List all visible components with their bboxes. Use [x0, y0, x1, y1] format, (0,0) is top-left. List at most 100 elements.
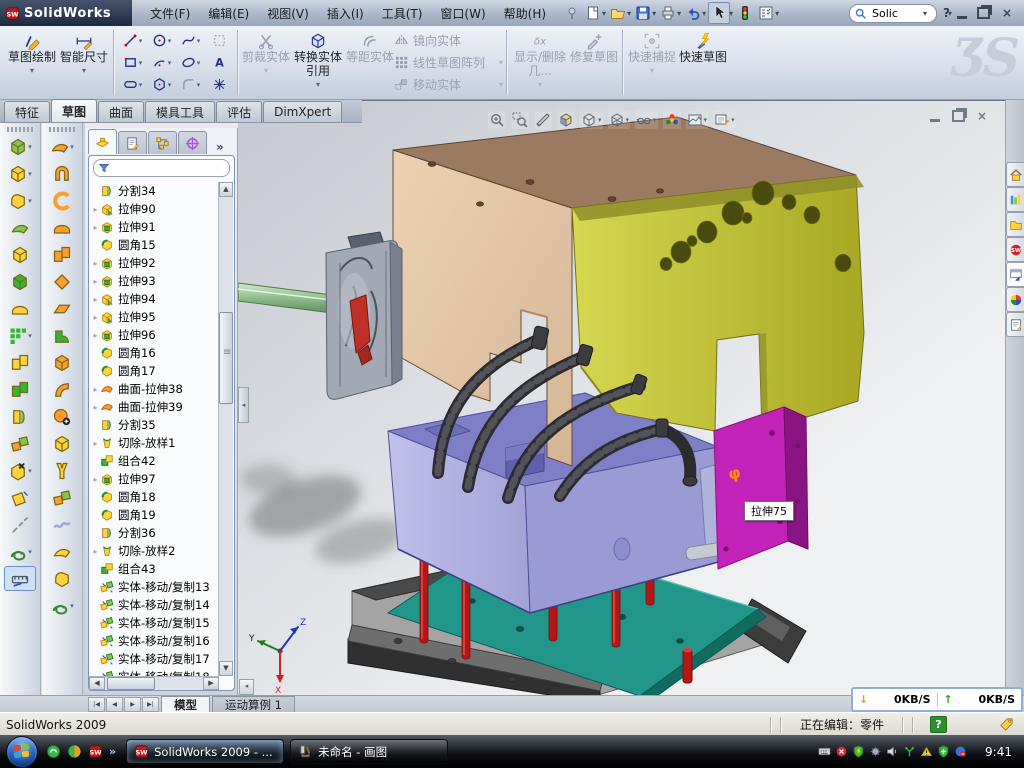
sketch-tool-point[interactable]: [205, 74, 234, 96]
expand-icon[interactable]: ▸: [91, 277, 100, 286]
col1-tool-5[interactable]: [4, 269, 36, 294]
model-tab-0[interactable]: 模型: [161, 696, 210, 712]
col2-tool-0[interactable]: ▾: [46, 134, 78, 159]
tree-item[interactable]: ▸曲面-拉伸38: [91, 380, 219, 398]
view-cube-button[interactable]: [557, 111, 575, 129]
col2-tool-11[interactable]: [46, 431, 78, 456]
cmd-convert-button[interactable]: 转换实体引用▾: [290, 26, 346, 99]
start-button[interactable]: [6, 736, 38, 768]
dimxpertmanager-tab[interactable]: [178, 131, 207, 154]
rebuild-button[interactable]: [735, 3, 755, 23]
col2-tool-1[interactable]: [46, 161, 78, 186]
hide-show-button[interactable]: ▾: [635, 111, 658, 129]
col1-tool-15[interactable]: ▾: [4, 539, 36, 564]
col2-tool-4[interactable]: [46, 242, 78, 267]
tray-warn-icon[interactable]: [920, 745, 933, 758]
menu-item-2[interactable]: 视图(V): [259, 2, 317, 25]
col2-tool-15[interactable]: [46, 539, 78, 564]
doc-close-button[interactable]: ×: [977, 109, 987, 123]
tab-曲面[interactable]: 曲面: [98, 101, 144, 122]
tray-gear-icon[interactable]: [869, 745, 882, 758]
col1-tool-8[interactable]: [4, 350, 36, 375]
menu-item-0[interactable]: 文件(F): [142, 2, 198, 25]
print-caret-icon[interactable]: ▾: [677, 9, 681, 18]
move-button[interactable]: 移动实体▾: [394, 75, 503, 95]
nozzle-block[interactable]: [326, 232, 402, 399]
tree-horizontal-scrollbar[interactable]: ◀ ▶: [89, 676, 219, 690]
folderopen-button[interactable]: [608, 3, 628, 23]
col2-tool-13[interactable]: [46, 485, 78, 510]
col1-tool-10[interactable]: [4, 404, 36, 429]
tree-item[interactable]: ▸拉伸91: [91, 218, 219, 236]
model-tab-1[interactable]: 运动算例 1: [212, 696, 295, 712]
tree-item[interactable]: ▸曲面-拉伸39: [91, 398, 219, 416]
tree-item[interactable]: ▸切除-放样2: [91, 542, 219, 560]
col2-tool-12[interactable]: [46, 458, 78, 483]
options-caret-icon[interactable]: ▾: [775, 9, 779, 18]
tree-item[interactable]: 实体-移动/复制18: [91, 668, 219, 676]
appearance-button[interactable]: [663, 111, 681, 129]
tree-item[interactable]: 组合42: [91, 452, 219, 470]
col1-tool-1[interactable]: ▾: [4, 161, 36, 186]
custom-properties-tab[interactable]: [1006, 312, 1024, 337]
expand-icon[interactable]: ▸: [91, 259, 100, 268]
sketch-tool-ellipse[interactable]: ▾: [176, 52, 205, 74]
col1-tool-4[interactable]: [4, 242, 36, 267]
task-button-1[interactable]: 未命名 - 画图: [290, 739, 448, 764]
file-explorer-tab[interactable]: [1006, 212, 1024, 237]
tab-草图[interactable]: 草图: [51, 99, 97, 122]
scene-button[interactable]: ▾: [686, 111, 709, 129]
tree-item[interactable]: 圆角16: [91, 344, 219, 362]
toolbar-drag-handle[interactable]: [49, 127, 75, 132]
tree-item[interactable]: ▸拉伸96: [91, 326, 219, 344]
col2-tool-2[interactable]: [46, 188, 78, 213]
zoom-fit-button[interactable]: [488, 111, 506, 129]
sketch-tool-text[interactable]: A: [205, 52, 234, 74]
mirror-button[interactable]: 镜向实体: [394, 31, 503, 51]
tree-item[interactable]: 圆角15: [91, 236, 219, 254]
tree-item[interactable]: 分割36: [91, 524, 219, 542]
view-orientation-button[interactable]: ▾: [580, 111, 603, 129]
undo-caret-icon[interactable]: ▾: [702, 9, 706, 18]
propertymanager-tab[interactable]: [118, 131, 147, 154]
close-button[interactable]: ×: [1000, 6, 1014, 20]
sketch-tool-slot[interactable]: ▾: [118, 74, 147, 96]
cmd-rapid-button[interactable]: 快速草图: [677, 26, 729, 99]
tab-模具工具[interactable]: 模具工具: [145, 101, 215, 122]
scroll-up-button[interactable]: ▲: [219, 182, 233, 197]
scroll-down-button[interactable]: ▼: [219, 661, 233, 676]
cursor-button[interactable]: [708, 2, 730, 24]
quick-launch-overflow[interactable]: »: [109, 745, 116, 758]
menu-item-4[interactable]: 工具(T): [374, 2, 431, 25]
col1-tool-13[interactable]: [4, 485, 36, 510]
expand-icon[interactable]: ▸: [91, 313, 100, 322]
col1-tool-14[interactable]: [4, 512, 36, 537]
docnew-caret-icon[interactable]: ▾: [602, 9, 606, 18]
search-caret-icon[interactable]: ▾: [923, 9, 927, 18]
nav-▶|[interactable]: ▶|: [142, 697, 159, 712]
tree-item[interactable]: 分割35: [91, 416, 219, 434]
col2-tool-16[interactable]: [46, 566, 78, 591]
cmd-dimension-button[interactable]: 智能尺寸▾: [58, 26, 110, 99]
tray-green-icon[interactable]: [852, 745, 865, 758]
docnew-button[interactable]: [583, 3, 603, 23]
graphics-viewport[interactable]: φ Y Z X: [238, 100, 1005, 695]
tree-item[interactable]: ▸拉伸97: [91, 470, 219, 488]
tray-shieldplus-icon[interactable]: [937, 745, 950, 758]
col2-tool-3[interactable]: [46, 215, 78, 240]
col1-tool-0[interactable]: ▾: [4, 134, 36, 159]
toolbar-drag-handle[interactable]: [7, 127, 33, 132]
doc-restore-button[interactable]: [952, 110, 965, 122]
ql-sw-icon[interactable]: SW: [88, 744, 103, 759]
sketch-tool-circle[interactable]: ▾: [147, 30, 176, 52]
taskbar-clock[interactable]: 9:41: [985, 745, 1012, 759]
minimize-button[interactable]: [957, 7, 967, 19]
col2-tool-10[interactable]: [46, 404, 78, 429]
tray-net-icon[interactable]: [903, 745, 916, 758]
expand-icon[interactable]: ▸: [91, 475, 100, 484]
configurationmanager-tab[interactable]: [148, 131, 177, 154]
menu-item-1[interactable]: 编辑(E): [200, 2, 257, 25]
doc-minimize-button[interactable]: [930, 110, 940, 122]
expand-icon[interactable]: ▸: [91, 385, 100, 394]
tray-speaker-icon[interactable]: [886, 745, 899, 758]
